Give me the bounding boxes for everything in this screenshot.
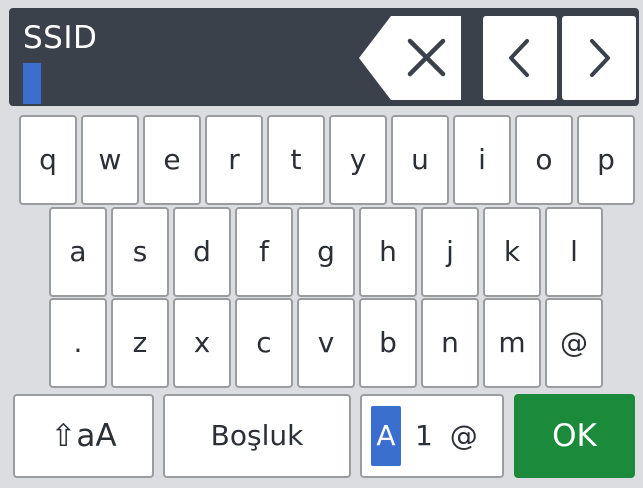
key-e[interactable]: e (143, 115, 201, 205)
cursor-left-button[interactable] (483, 16, 557, 100)
key-label: v (317, 326, 335, 359)
key-label: x (193, 326, 211, 359)
key-label: e (163, 143, 181, 176)
input-header: SSID (9, 8, 639, 106)
key-d[interactable]: d (173, 207, 231, 297)
key-label: h (379, 235, 397, 268)
key-label: t (290, 143, 302, 176)
key-label: @ (560, 326, 588, 359)
key-label: r (228, 143, 240, 176)
key-label: i (478, 143, 486, 176)
shift-case-button[interactable]: ⇧ aA (13, 394, 154, 478)
chevron-right-icon (590, 39, 610, 77)
shift-arrow-icon: ⇧ (50, 417, 77, 454)
key-label: q (39, 143, 57, 176)
key-label: o (535, 143, 553, 176)
key-k[interactable]: k (483, 207, 541, 297)
mode-selected-badge: A (371, 406, 401, 466)
space-label: Boşluk (210, 419, 304, 452)
key-t[interactable]: t (267, 115, 325, 205)
shift-label: aA (76, 417, 117, 454)
key-label: d (193, 235, 211, 268)
key-b[interactable]: b (359, 298, 417, 388)
key-l[interactable]: l (545, 207, 603, 297)
keyboard-screen: SSID q w e r t y u i o p a s d f g h j k… (0, 0, 643, 488)
key-j[interactable]: j (421, 207, 479, 297)
key-label: n (441, 326, 459, 359)
key-v[interactable]: v (297, 298, 355, 388)
key-label: p (597, 143, 615, 176)
key-label: s (132, 235, 148, 268)
key-label: k (503, 235, 521, 268)
key-label: b (379, 326, 397, 359)
ok-button[interactable]: OK (514, 394, 635, 478)
key-r[interactable]: r (205, 115, 263, 205)
key-at[interactable]: @ (545, 298, 603, 388)
key-label: z (132, 326, 148, 359)
key-c[interactable]: c (235, 298, 293, 388)
key-period[interactable]: . (49, 298, 107, 388)
key-g[interactable]: g (297, 207, 355, 297)
input-mode-button[interactable]: A 1 @ (360, 394, 504, 478)
key-m[interactable]: m (483, 298, 541, 388)
key-label: y (349, 143, 367, 176)
key-i[interactable]: i (453, 115, 511, 205)
key-label: l (570, 235, 578, 268)
key-y[interactable]: y (329, 115, 387, 205)
key-label: m (498, 326, 526, 359)
key-s[interactable]: s (111, 207, 169, 297)
key-o[interactable]: o (515, 115, 573, 205)
backspace-button[interactable] (359, 16, 461, 100)
ok-label: OK (552, 417, 597, 454)
key-label: c (256, 326, 272, 359)
key-f[interactable]: f (235, 207, 293, 297)
chevron-left-icon (509, 39, 529, 77)
key-label: u (411, 143, 429, 176)
cursor-right-button[interactable] (562, 16, 636, 100)
key-z[interactable]: z (111, 298, 169, 388)
key-label: g (317, 235, 335, 268)
key-h[interactable]: h (359, 207, 417, 297)
key-a[interactable]: a (49, 207, 107, 297)
backspace-icon (359, 16, 461, 100)
key-label: w (98, 143, 122, 176)
mode-options-label: 1 @ (415, 419, 482, 452)
key-n[interactable]: n (421, 298, 479, 388)
key-label: a (69, 235, 87, 268)
key-q[interactable]: q (19, 115, 77, 205)
key-p[interactable]: p (577, 115, 635, 205)
key-label: . (73, 326, 83, 359)
space-button[interactable]: Boşluk (163, 394, 351, 478)
text-cursor (23, 63, 41, 104)
key-x[interactable]: x (173, 298, 231, 388)
key-w[interactable]: w (81, 115, 139, 205)
key-label: j (446, 235, 454, 268)
key-label: f (259, 235, 269, 268)
field-title: SSID (23, 20, 98, 56)
key-u[interactable]: u (391, 115, 449, 205)
